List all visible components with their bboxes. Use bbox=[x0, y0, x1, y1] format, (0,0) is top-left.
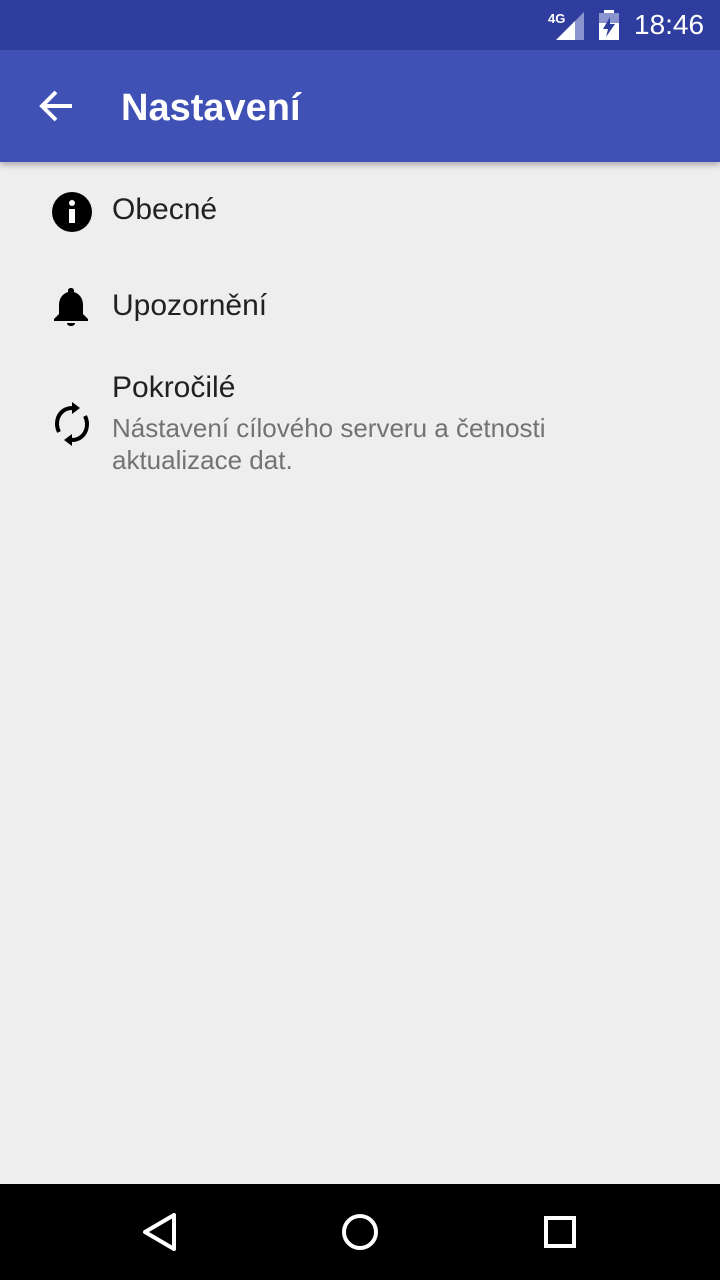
app-bar: Nastavení bbox=[0, 50, 720, 162]
cell-signal-icon: 4G bbox=[548, 10, 584, 40]
info-icon bbox=[52, 192, 92, 232]
triangle-back-icon bbox=[143, 1213, 176, 1251]
sync-icon bbox=[54, 402, 90, 446]
back-button[interactable] bbox=[30, 78, 86, 134]
status-clock: 18:46 bbox=[634, 9, 705, 40]
pref-title-notifications: Upozornění bbox=[112, 289, 268, 322]
circle-home-icon bbox=[342, 1214, 378, 1250]
arrow-back-icon bbox=[39, 90, 72, 122]
square-recents-icon bbox=[544, 1216, 576, 1248]
page-title: Nastavení bbox=[121, 87, 301, 129]
system-nav-bar bbox=[0, 1184, 720, 1280]
nav-home-button[interactable] bbox=[336, 1208, 384, 1256]
bell-icon bbox=[54, 288, 88, 326]
status-bar: 4G 18:46 bbox=[0, 0, 720, 50]
pref-item-general[interactable]: Obecné bbox=[0, 164, 720, 258]
nav-recents-button[interactable] bbox=[536, 1208, 584, 1256]
pref-title-general: Obecné bbox=[112, 193, 218, 226]
nav-back-button[interactable] bbox=[136, 1208, 184, 1256]
pref-summary-advanced: Nástavení cílového serveru a četnosti ak… bbox=[112, 413, 546, 475]
network-type-label: 4G bbox=[548, 11, 565, 26]
battery-charging-icon bbox=[597, 10, 621, 40]
pref-title-advanced: Pokročilé bbox=[112, 371, 236, 404]
pref-item-advanced[interactable]: Pokročilé Nástavení cílového serveru a č… bbox=[0, 354, 720, 494]
pref-item-notifications[interactable]: Upozornění bbox=[0, 258, 720, 354]
